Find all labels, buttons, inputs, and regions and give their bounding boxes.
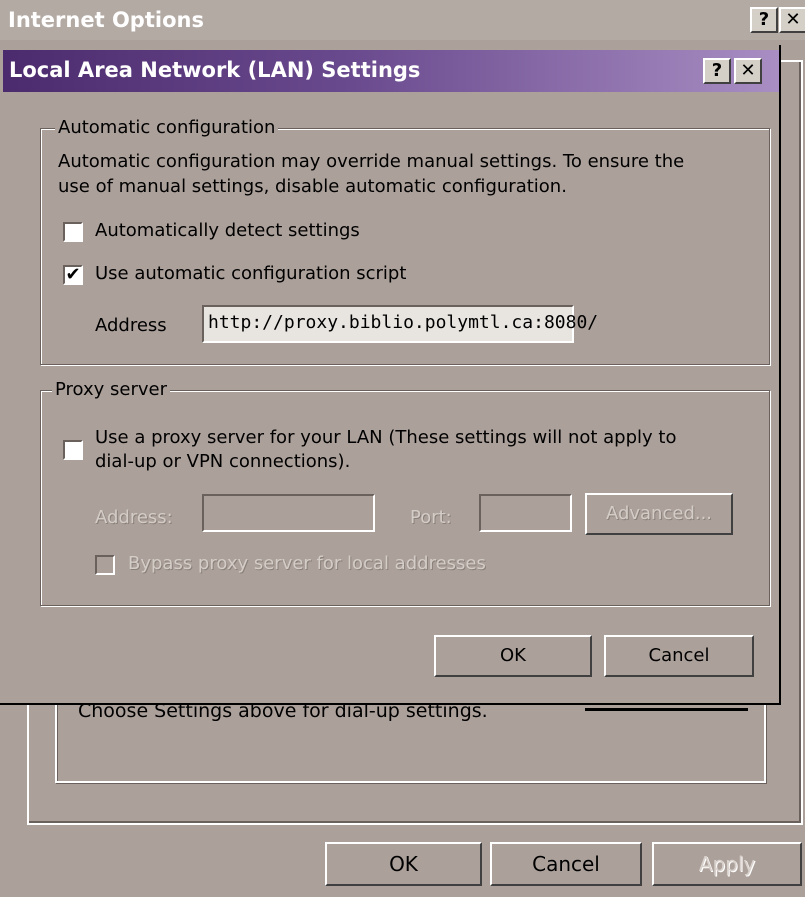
parent-apply-button: Apply <box>652 842 802 886</box>
auto-config-legend: Automatic configuration <box>55 117 279 138</box>
parent-window-title: Internet Options <box>8 8 204 32</box>
proxy-address-label: Address: <box>95 507 173 528</box>
lan-settings-dialog: Local Area Network (LAN) Settings ? ✕ Au… <box>0 45 781 705</box>
parent-close-button[interactable]: ✕ <box>779 7 805 33</box>
bypass-local-label: Bypass proxy server for local addresses <box>128 553 486 574</box>
parent-ok-button[interactable]: OK <box>325 842 482 886</box>
use-proxy-checkbox[interactable] <box>63 440 83 460</box>
dialog-title-bar: Local Area Network (LAN) Settings ? ✕ <box>3 50 779 92</box>
proxy-port-input <box>479 494 572 532</box>
parent-help-button[interactable]: ? <box>750 7 778 33</box>
auto-config-script-checkbox[interactable]: ✔ <box>63 265 83 285</box>
dialog-close-button[interactable]: ✕ <box>734 58 762 84</box>
proxy-address-input <box>202 494 375 532</box>
bypass-local-checkbox <box>95 555 115 575</box>
auto-detect-checkbox[interactable] <box>63 222 83 242</box>
parent-title-bar: Internet Options ? ✕ <box>0 0 805 40</box>
auto-detect-label[interactable]: Automatically detect settings <box>95 220 360 241</box>
auto-config-description-line2: use of manual settings, disable automati… <box>58 176 567 197</box>
proxy-server-legend: Proxy server <box>52 379 171 400</box>
proxy-port-label: Port: <box>410 507 452 528</box>
auto-config-script-label[interactable]: Use automatic configuration script <box>95 263 406 284</box>
auto-config-description-line1: Automatic configuration may override man… <box>58 151 685 172</box>
dialog-title: Local Area Network (LAN) Settings <box>9 58 421 82</box>
parent-cancel-button[interactable]: Cancel <box>490 842 642 886</box>
dialog-cancel-button[interactable]: Cancel <box>604 635 754 677</box>
parent-lan-settings-button-edge[interactable] <box>585 708 748 711</box>
script-address-input[interactable]: http://proxy.biblio.polymtl.ca:8080/ <box>202 305 598 343</box>
script-address-label: Address <box>95 315 167 336</box>
advanced-button: Advanced... <box>585 493 733 535</box>
dialog-help-button[interactable]: ? <box>703 58 731 84</box>
use-proxy-label-line2[interactable]: dial-up or VPN connections). <box>95 451 350 472</box>
dialog-ok-button[interactable]: OK <box>434 635 592 677</box>
use-proxy-label-line1[interactable]: Use a proxy server for your LAN (These s… <box>95 427 676 448</box>
